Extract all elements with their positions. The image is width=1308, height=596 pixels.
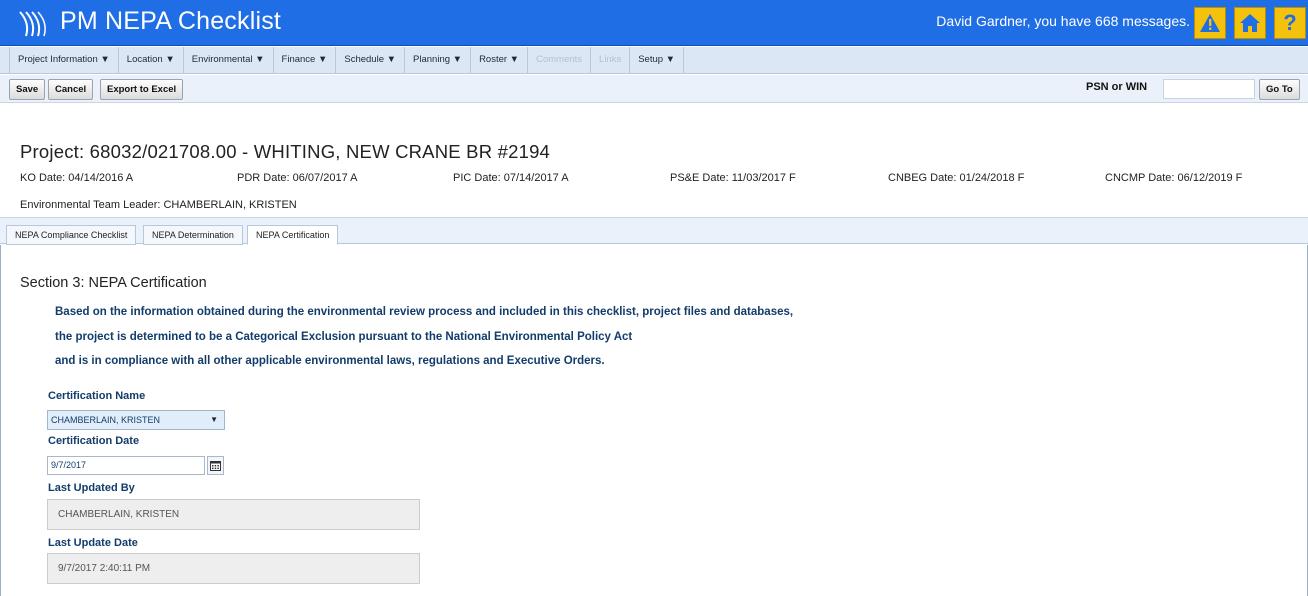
- statement-line-3: and is in compliance with all other appl…: [55, 355, 605, 367]
- menu-item-planning[interactable]: Planning ▼: [405, 47, 472, 73]
- save-button[interactable]: Save: [9, 79, 46, 100]
- certification-panel: Section 3: NEPA Certification Based on t…: [0, 245, 1308, 596]
- tab-nepa-determination[interactable]: NEPA Determination: [143, 225, 243, 245]
- tab-nepa-certification[interactable]: NEPA Certification: [247, 225, 339, 245]
- alert-button[interactable]: [1194, 7, 1226, 39]
- home-button[interactable]: [1234, 7, 1266, 39]
- cncmp-date: CNCMP Date: 06/12/2019 F: [1105, 172, 1243, 184]
- certification-date-input[interactable]: 9/7/2017: [47, 456, 205, 475]
- chevron-down-icon: ▼: [210, 415, 218, 424]
- alert-icon: [1200, 14, 1220, 32]
- psn-or-win-input[interactable]: [1163, 79, 1255, 99]
- go-to-button[interactable]: Go To: [1259, 79, 1300, 100]
- pse-date: PS&E Date: 11/03/2017 F: [670, 172, 796, 184]
- home-icon: [1240, 14, 1260, 32]
- help-button[interactable]: ?: [1274, 7, 1306, 39]
- project-title: Project: 68032/021708.00 - WHITING, NEW …: [20, 141, 551, 162]
- tab-nepa-compliance-checklist[interactable]: NEPA Compliance Checklist: [6, 225, 137, 245]
- tab-strip: NEPA Compliance Checklist NEPA Determina…: [0, 217, 1308, 245]
- statement-line-2: the project is determined to be a Catego…: [55, 331, 633, 343]
- pdr-date: PDR Date: 06/07/2017 A: [237, 172, 358, 184]
- menu-item-links: Links: [591, 47, 631, 73]
- messages-link[interactable]: David Gardner, you have 668 messages.: [936, 13, 1190, 29]
- environmental-team-leader: Environmental Team Leader: CHAMBERLAIN, …: [20, 199, 297, 211]
- menu-item-finance[interactable]: Finance ▼: [274, 47, 337, 73]
- export-to-excel-button[interactable]: Export to Excel: [100, 79, 184, 100]
- ko-date: KO Date: 04/14/2016 A: [20, 172, 134, 184]
- certification-name-label: Certification Name: [48, 390, 146, 402]
- certification-name-value: CHAMBERLAIN, KRISTEN: [51, 415, 161, 425]
- last-update-date-field: 9/7/2017 2:40:11 PM: [47, 553, 420, 584]
- statement-line-1: Based on the information obtained during…: [55, 306, 794, 318]
- last-updated-by-field: CHAMBERLAIN, KRISTEN: [47, 499, 420, 530]
- cancel-button[interactable]: Cancel: [48, 79, 94, 100]
- main-menu-bar: Project Information ▼ Location ▼ Environme…: [0, 47, 1308, 74]
- calendar-button[interactable]: [207, 456, 224, 475]
- menu-item-comments: Comments: [528, 47, 592, 73]
- pic-date: PIC Date: 07/14/2017 A: [453, 172, 569, 184]
- certification-name-select[interactable]: CHAMBERLAIN, KRISTEN ▼: [47, 410, 225, 430]
- last-updated-by-label: Last Updated By: [48, 482, 135, 494]
- logo-icon: [19, 11, 46, 37]
- app-title: PM NEPA Checklist: [60, 7, 282, 35]
- app-header: PM NEPA Checklist David Gardner, you hav…: [0, 0, 1308, 46]
- menu-item-environmental[interactable]: Environmental ▼: [184, 47, 274, 73]
- menu-item-project-information[interactable]: Project Information ▼: [9, 47, 119, 73]
- help-icon: ?: [1283, 10, 1297, 35]
- calendar-icon: [210, 461, 221, 471]
- menu-item-setup[interactable]: Setup ▼: [630, 47, 685, 73]
- toolbar: Save Cancel Export to Excel PSN or WIN G…: [0, 75, 1308, 103]
- menu-item-location[interactable]: Location ▼: [119, 47, 184, 73]
- menu-item-roster[interactable]: Roster ▼: [471, 47, 529, 73]
- menu-item-schedule[interactable]: Schedule ▼: [336, 47, 406, 73]
- psn-or-win-label: PSN or WIN: [1086, 81, 1148, 93]
- cnbeg-date: CNBEG Date: 01/24/2018 F: [888, 172, 1025, 184]
- last-update-date-label: Last Update Date: [48, 537, 138, 549]
- certification-date-label: Certification Date: [48, 435, 140, 447]
- section-title: Section 3: NEPA Certification: [20, 275, 207, 291]
